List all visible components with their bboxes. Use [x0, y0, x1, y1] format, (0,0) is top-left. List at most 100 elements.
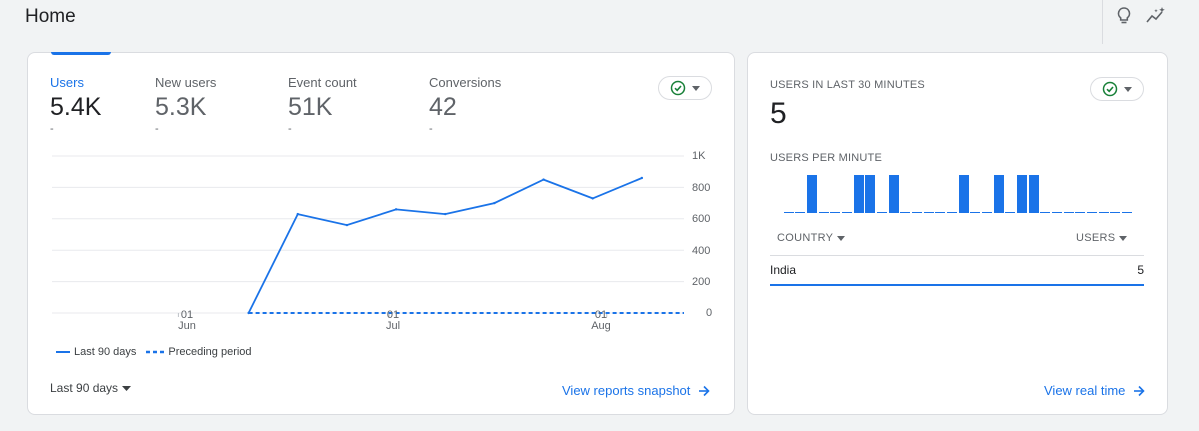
arrow-right-icon — [699, 385, 711, 396]
users-per-minute-chart — [783, 173, 1133, 213]
y-tick-label: 600 — [692, 213, 711, 225]
table-row[interactable]: India 5 — [770, 255, 1144, 286]
minute-bar-empty — [830, 212, 841, 213]
users-cell: 5 — [1137, 263, 1144, 277]
date-range-label: Last 90 days — [50, 381, 119, 395]
check-circle-icon — [670, 80, 686, 96]
minute-bar — [853, 175, 864, 213]
metric-label: Conversions — [429, 75, 502, 90]
minute-bar-empty — [1086, 212, 1097, 213]
link-label: View reports snapshot — [562, 383, 691, 398]
metric-value: 51K — [288, 93, 333, 121]
metric-value: 5.3K — [155, 93, 207, 121]
minute-bar-empty — [818, 212, 829, 213]
metric-change: - — [288, 123, 292, 135]
overview-card: Users 5.4K - New users 5.3K - Event coun… — [27, 52, 735, 415]
data-point — [542, 178, 545, 181]
x-tick-month: Jun — [178, 320, 196, 332]
minute-bar — [865, 175, 876, 213]
view-reports-snapshot-link[interactable]: View reports snapshot — [562, 383, 711, 398]
column-label: COUNTRY — [777, 232, 834, 244]
sort-caret-icon — [1119, 235, 1128, 241]
users-column-header[interactable]: USERS — [1076, 232, 1128, 244]
metric-change: - — [155, 123, 159, 135]
minute-bar-empty — [876, 212, 887, 213]
view-real-time-link[interactable]: View real time — [1044, 383, 1146, 398]
column-label: USERS — [1076, 232, 1116, 244]
metric-tab-new-users[interactable]: New users 5.3K - — [155, 75, 217, 135]
realtime-status-dropdown[interactable] — [1090, 77, 1144, 101]
data-point — [493, 201, 496, 205]
legend-label: Last 90 days — [74, 346, 137, 358]
minute-bar-empty — [923, 212, 934, 213]
x-tick-label: 01 Aug — [586, 310, 616, 332]
realtime-card: USERS IN LAST 30 MINUTES 5 USERS PER MIN… — [747, 52, 1168, 415]
legend-item-preceding-period: Preceding period — [146, 346, 252, 358]
caret-down-icon — [1124, 86, 1132, 92]
users-per-minute-label: USERS PER MINUTE — [770, 152, 882, 164]
x-tick-month: Jul — [385, 320, 401, 332]
minute-bar-empty — [946, 212, 957, 213]
minute-bar-empty — [795, 212, 806, 213]
divider — [1102, 0, 1103, 44]
country-column-header[interactable]: COUNTRY — [777, 232, 846, 244]
data-point — [444, 212, 447, 216]
minute-bar — [1028, 175, 1039, 213]
y-tick-label: 200 — [692, 276, 711, 288]
legend-swatch-solid — [56, 351, 70, 353]
minute-bar-empty — [1098, 212, 1109, 213]
minute-bar — [888, 175, 899, 213]
minute-bar — [1016, 175, 1027, 213]
metric-label: Event count — [288, 75, 357, 90]
y-tick-label: 0 — [706, 307, 713, 319]
minute-bar-empty — [1063, 212, 1074, 213]
minute-bar — [958, 175, 969, 213]
page-title: Home — [25, 6, 76, 27]
top-bar: Home — [0, 0, 1199, 44]
date-range-dropdown[interactable]: Last 90 days — [50, 381, 132, 395]
caret-down-icon — [122, 385, 132, 391]
metric-change: - — [429, 123, 433, 135]
minute-bar-empty — [900, 212, 911, 213]
minute-bar-empty — [911, 212, 922, 213]
data-point — [640, 176, 644, 180]
y-tick-label: 400 — [692, 245, 711, 257]
caret-down-icon — [692, 85, 700, 91]
data-point — [345, 223, 349, 227]
y-tick-label: 1K — [692, 150, 706, 162]
x-tick-label: 01 Jun — [172, 310, 202, 332]
check-circle-icon — [1102, 81, 1118, 97]
metric-change: - — [50, 123, 54, 135]
minute-bar-empty — [1075, 212, 1086, 213]
chart-legend: Last 90 days Preceding period — [56, 346, 262, 358]
x-tick-label: 01 Jul — [378, 310, 408, 332]
minute-bar-empty — [1121, 212, 1132, 213]
metric-label: New users — [155, 75, 217, 90]
link-label: View real time — [1044, 383, 1126, 398]
legend-item-last-90-days: Last 90 days — [56, 346, 136, 358]
realtime-title: USERS IN LAST 30 MINUTES — [770, 79, 925, 91]
minute-bar-empty — [783, 212, 794, 213]
metric-tab-event-count[interactable]: Event count 51K - — [288, 75, 357, 135]
data-point — [296, 212, 299, 216]
insights-sparkle-icon[interactable] — [1145, 5, 1167, 27]
y-tick-label: 800 — [692, 182, 711, 194]
metric-tab-users[interactable]: Users 5.4K - — [50, 75, 101, 135]
minute-bar-empty — [841, 212, 852, 213]
legend-label: Preceding period — [168, 346, 252, 358]
legend-swatch-dashed — [146, 350, 165, 354]
last-90-days-line — [247, 177, 643, 314]
data-status-dropdown[interactable] — [658, 76, 712, 100]
arrow-right-icon — [1134, 385, 1146, 396]
minute-bar-empty — [1051, 212, 1062, 213]
data-point — [394, 208, 398, 211]
lightbulb-icon[interactable] — [1113, 5, 1135, 27]
country-cell: India — [770, 263, 797, 277]
minute-bar-empty — [1040, 212, 1051, 213]
minute-bar-empty — [970, 212, 981, 213]
minute-bar — [993, 175, 1004, 213]
data-point — [591, 197, 594, 200]
metric-label: Users — [50, 75, 84, 90]
metric-tab-conversions[interactable]: Conversions 42 - — [429, 75, 502, 135]
realtime-user-count: 5 — [770, 97, 787, 130]
